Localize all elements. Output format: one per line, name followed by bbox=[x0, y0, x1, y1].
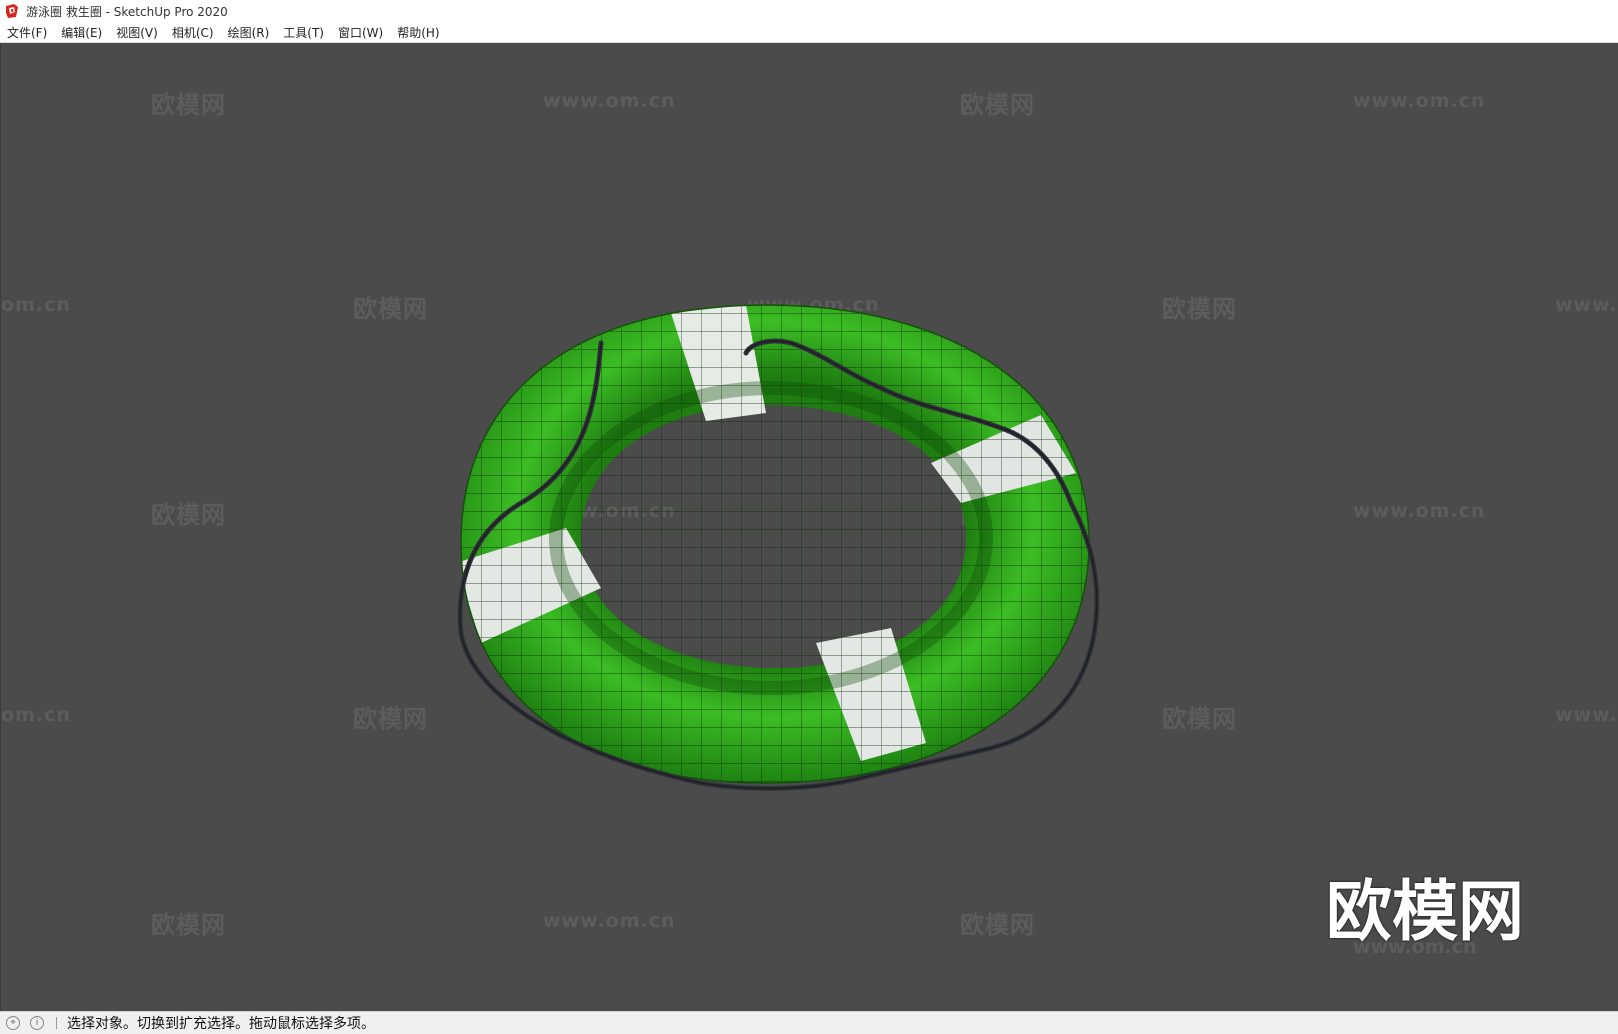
title-bar: 游泳圈 救生圈 - SketchUp Pro 2020 bbox=[0, 0, 1618, 22]
window-title: 游泳圈 救生圈 - SketchUp Pro 2020 bbox=[26, 4, 228, 19]
menu-file[interactable]: 文件(F) bbox=[2, 22, 52, 43]
menu-edit[interactable]: 编辑(E) bbox=[56, 22, 107, 43]
geo-location-icon[interactable]: ⌖ bbox=[6, 1016, 20, 1030]
info-icon[interactable]: i bbox=[30, 1016, 44, 1030]
status-bar: ⌖ i 选择对象。切换到扩充选择。拖动鼠标选择多项。 bbox=[0, 1011, 1618, 1034]
menu-help[interactable]: 帮助(H) bbox=[392, 22, 444, 43]
menu-bar: 文件(F) 编辑(E) 视图(V) 相机(C) 绘图(R) 工具(T) 窗口(W… bbox=[0, 22, 1618, 43]
sketchup-app-icon bbox=[6, 4, 18, 18]
watermark-url: www.om.cn bbox=[1353, 936, 1477, 958]
sketchup-window: 游泳圈 救生圈 - SketchUp Pro 2020 文件(F) 编辑(E) … bbox=[0, 0, 1618, 1034]
modeling-viewport[interactable]: 欧模网 www.om.cn 欧模网 www.om.cn om.cn 欧模网 ww… bbox=[0, 43, 1618, 1011]
menu-window[interactable]: 窗口(W) bbox=[333, 22, 388, 43]
menu-tools[interactable]: 工具(T) bbox=[278, 22, 329, 43]
menu-view[interactable]: 视图(V) bbox=[111, 22, 163, 43]
menu-draw[interactable]: 绘图(R) bbox=[223, 22, 275, 43]
status-divider bbox=[56, 1017, 57, 1029]
status-message: 选择对象。切换到扩充选择。拖动鼠标选择多项。 bbox=[67, 1016, 375, 1032]
menu-camera[interactable]: 相机(C) bbox=[167, 22, 219, 43]
